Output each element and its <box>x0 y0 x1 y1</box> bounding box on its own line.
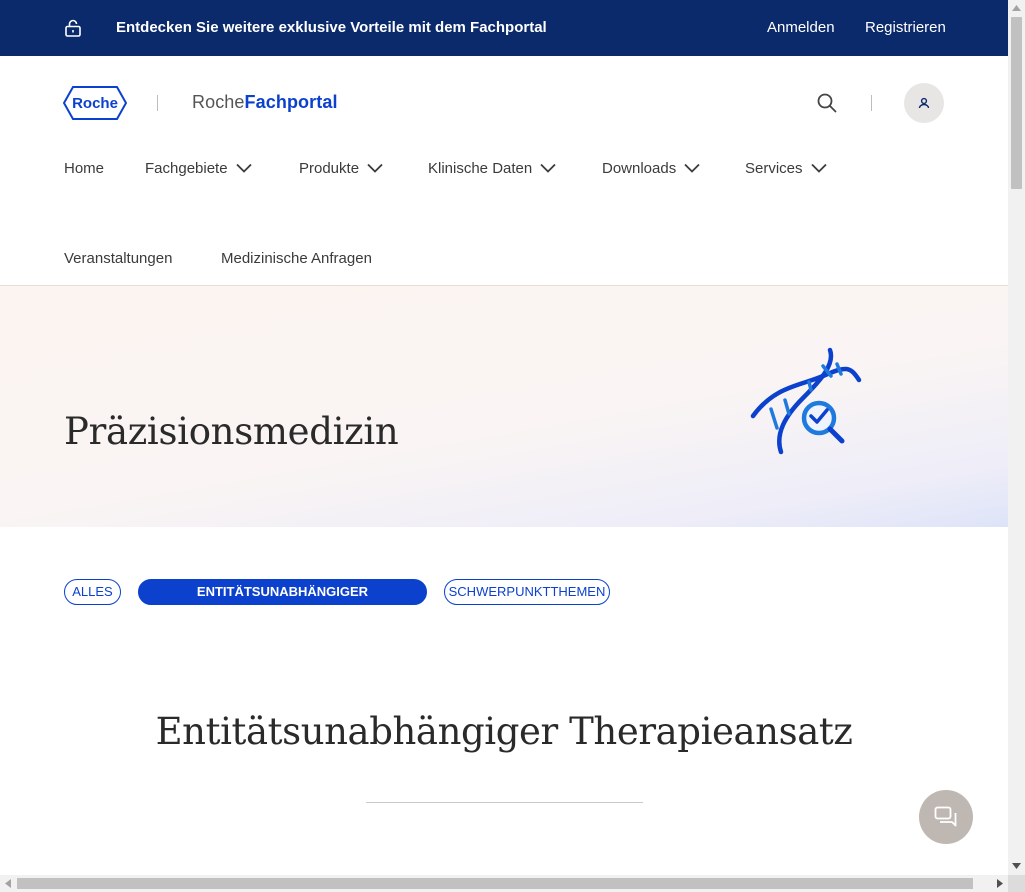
brand-bold: Fachportal <box>244 92 338 112</box>
brand-name[interactable]: RocheFachportal <box>192 92 338 113</box>
nav-downloads[interactable]: Downloads <box>602 160 700 177</box>
chevron-down-icon <box>684 163 700 173</box>
logo-text: Roche <box>72 95 118 112</box>
filter-chip-entitaetsunabhaengiger-therapieansatz[interactable]: ENTITÄTSUNABHÄNGIGER THERAPIEANSATZ <box>138 579 427 623</box>
nav-label: Klinische Daten <box>428 160 533 177</box>
chat-icon <box>934 806 957 827</box>
nav-produkte[interactable]: Produkte <box>299 160 383 177</box>
nav-medizinische-anfragen[interactable]: Medizinische Anfragen <box>221 250 372 267</box>
promo-bar: Entdecken Sie weitere exklusive Vorteile… <box>0 0 1008 56</box>
roche-logo[interactable]: Roche <box>62 86 128 120</box>
horizontal-scrollbar[interactable] <box>0 875 1008 892</box>
chevron-down-icon <box>367 163 383 173</box>
roche-logo-hexagon: Roche <box>62 86 128 120</box>
chip-label: ALLES <box>72 584 113 599</box>
filter-chip-alles[interactable]: ALLES <box>64 579 121 605</box>
chevron-down-icon <box>540 163 556 173</box>
nav-home[interactable]: Home <box>64 160 104 177</box>
nav-label: Veranstaltungen <box>64 250 173 267</box>
scroll-left-arrow-icon[interactable] <box>5 879 11 888</box>
page: Entdecken Sie weitere exklusive Vorteile… <box>0 0 1008 875</box>
hero-banner: Präzisionsmedizin <box>0 286 1008 527</box>
user-icon <box>918 97 930 109</box>
filter-chip-schwerpunktthemen[interactable]: SCHWERPUNKTTHEMEN <box>444 579 610 605</box>
login-link[interactable]: Anmelden <box>767 19 835 36</box>
register-link[interactable]: Registrieren <box>865 19 946 36</box>
vertical-scrollbar[interactable] <box>1008 0 1025 875</box>
unlock-icon <box>65 19 81 37</box>
nav-label: Home <box>64 160 105 177</box>
nav-label: Fachgebiete <box>145 160 228 177</box>
user-account-button[interactable] <box>904 83 944 123</box>
scroll-down-arrow-icon[interactable] <box>1012 863 1021 869</box>
nav-veranstaltungen[interactable]: Veranstaltungen <box>64 250 172 267</box>
brand-light: Roche <box>192 92 245 112</box>
chip-label: SCHWERPUNKTTHEMEN <box>448 584 606 599</box>
nav-label: Produkte <box>299 160 360 177</box>
nav-label: Downloads <box>602 160 677 177</box>
scrollbar-corner <box>1008 875 1025 892</box>
nav-fachgebiete[interactable]: Fachgebiete <box>145 160 252 177</box>
scroll-up-arrow-icon[interactable] <box>1012 5 1021 11</box>
section-title: Entitätsunabhängiger Therapieansatz <box>155 710 853 753</box>
promo-text: Entdecken Sie weitere exklusive Vorteile… <box>116 19 547 36</box>
chat-button[interactable] <box>919 790 973 844</box>
section-divider <box>366 802 643 803</box>
horizontal-scroll-thumb[interactable] <box>17 878 973 889</box>
page-title: Präzisionsmedizin <box>64 410 399 453</box>
nav-label: Services <box>745 160 803 177</box>
nav-label: Medizinische Anfragen <box>221 250 372 267</box>
logo-divider <box>157 95 158 111</box>
chevron-down-icon <box>235 163 252 173</box>
scroll-right-arrow-icon[interactable] <box>997 879 1003 888</box>
nav-services[interactable]: Services <box>745 160 827 177</box>
nav-klinische-daten[interactable]: Klinische Daten <box>428 160 556 177</box>
header-divider <box>871 95 872 111</box>
dna-magnifier-icon <box>750 347 862 455</box>
chip-label: ENTITÄTSUNABHÄNGIGER THERAPIEANSATZ <box>196 584 369 623</box>
search-icon[interactable] <box>815 91 839 115</box>
vertical-scroll-thumb[interactable] <box>1011 17 1022 189</box>
chevron-down-icon <box>810 163 827 173</box>
